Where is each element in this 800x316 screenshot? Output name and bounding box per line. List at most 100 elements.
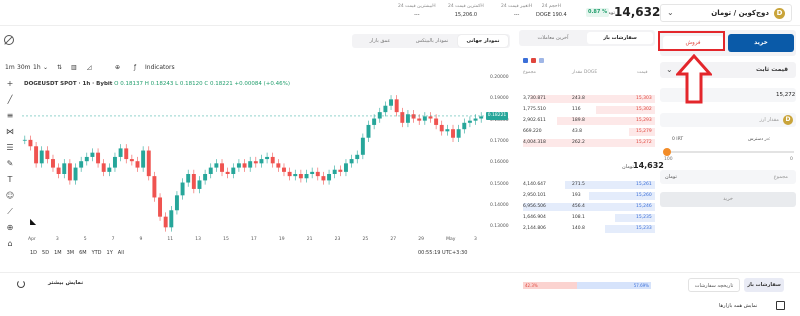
bar-chart-icon[interactable]: ▥	[71, 64, 77, 71]
ask-row[interactable]: 2,902.611 189.8 15,293	[519, 116, 655, 126]
market-selector[interactable]: D دوج‌کوین / تومان ⌄	[660, 4, 792, 22]
buy-sell-ratio: 42.3% 57.69%	[523, 282, 651, 289]
tab-exchange-chart[interactable]: نمودار بالبیتکس	[406, 35, 458, 47]
tab-bottom-open-orders[interactable]: سفارشات باز	[744, 278, 784, 292]
chart-tabs: نمودار جهانی نمودار بالبیتکس عمق بازار	[352, 34, 510, 48]
submit-order-button[interactable]: خرید	[660, 192, 796, 207]
ask-amount: 189.8	[572, 118, 585, 123]
y-tick-label: 0.20000	[490, 75, 509, 80]
interval-30m[interactable]: 30m	[17, 64, 30, 71]
x-tick-label: 13	[195, 237, 201, 242]
amount-input[interactable]: D مقدار ارز	[660, 113, 796, 127]
bid-row[interactable]: 4,140.647 271.5 15,261	[519, 180, 655, 190]
add-icon[interactable]: ⊕	[115, 64, 120, 71]
candle-body	[434, 118, 439, 125]
amount-slider-track[interactable]	[670, 151, 794, 153]
show-more-link[interactable]: نمایش بیشتر	[48, 280, 83, 286]
view-bids-icon[interactable]	[539, 58, 544, 63]
refresh-icon[interactable]	[17, 280, 25, 288]
x-tick-label: May	[446, 237, 456, 242]
view-asks-icon[interactable]	[531, 58, 536, 63]
last-price-tag: 0.18221	[486, 112, 508, 120]
candle-body	[248, 161, 253, 168]
candle-body	[158, 197, 163, 217]
range-ytd[interactable]: YTD	[92, 250, 102, 256]
candle-body	[169, 210, 174, 228]
ruler-icon[interactable]: ⟋	[4, 206, 16, 218]
interval-1m[interactable]: 1m	[5, 64, 15, 71]
emoji-icon[interactable]: ☺	[4, 190, 16, 202]
amount-slider-handle[interactable]	[663, 148, 671, 156]
candle-body	[135, 161, 140, 168]
show-all-markets-checkbox[interactable]	[776, 301, 785, 310]
range-1d[interactable]: 1D	[30, 250, 37, 256]
horizontal-line-icon[interactable]: ≡	[4, 110, 16, 122]
ask-price: 15,272	[636, 140, 652, 145]
range-1m[interactable]: 1M	[54, 250, 62, 256]
text-icon[interactable]: T	[4, 174, 16, 186]
ask-row[interactable]: 669.220 43.8 15,279	[519, 127, 655, 137]
ask-row[interactable]: 4,004.318 262.2 15,272	[519, 138, 655, 148]
crosshair-icon[interactable]: +	[4, 78, 16, 90]
buy-tab-button[interactable]: خرید	[728, 34, 794, 52]
lock-icon[interactable]: ⌂	[4, 238, 16, 250]
brush-icon[interactable]: ✎	[4, 158, 16, 170]
pattern-icon[interactable]: ⋈	[4, 126, 16, 138]
bid-price: 15,260	[636, 193, 652, 198]
indicators-button[interactable]: Indicators	[145, 64, 175, 71]
chart-settings-icon[interactable]	[4, 35, 14, 45]
range-all[interactable]: All	[118, 250, 124, 256]
interval-dropdown-icon[interactable]: ⌄	[43, 64, 48, 71]
candle-body	[383, 105, 388, 113]
candle-body	[400, 112, 405, 123]
bid-row[interactable]: 6,956.506 456.4 15,246	[519, 202, 655, 212]
tab-order-history[interactable]: تاریخچه سفارشات	[688, 278, 740, 292]
ask-total: 2,902.611	[523, 118, 546, 123]
bid-row[interactable]: 2,144.806 140.8 15,233	[519, 224, 655, 234]
candle-body	[101, 163, 106, 172]
compare-icon[interactable]: ⇅	[57, 64, 62, 71]
tab-global-chart[interactable]: نمودار جهانی	[458, 35, 508, 47]
drawing-toolbar: + ╱ ≡ ⋈ ☰ ✎ T ☺ ⟋ ⊕ ⌂	[4, 78, 18, 254]
candle-body	[203, 174, 208, 181]
candle-body	[39, 150, 44, 164]
bid-price: 15,233	[636, 226, 652, 231]
range-3m[interactable]: 3M	[67, 250, 75, 256]
fib-icon[interactable]: ☰	[4, 142, 16, 154]
candle-body	[56, 167, 61, 174]
total-input[interactable]: مجموع تومان	[660, 170, 796, 184]
indicators-icon[interactable]: ƒ	[134, 64, 136, 71]
price-axis: 0.20000 0.19000 0.18000 0.17000 0.16000 0.150…	[486, 75, 514, 238]
candle-body	[231, 167, 236, 174]
candle-body	[112, 156, 117, 168]
bid-total: 6,956.506	[523, 204, 546, 209]
zoom-icon[interactable]: ⊕	[4, 222, 16, 234]
candle-body	[22, 139, 27, 141]
candle-body	[467, 120, 472, 123]
candle-body	[282, 167, 286, 172]
area-chart-icon[interactable]: ◿	[87, 64, 92, 71]
interval-1h[interactable]: 1h	[33, 64, 41, 71]
view-both-icon[interactable]	[523, 58, 528, 63]
range-1y[interactable]: 1Y	[107, 250, 113, 256]
candle-body	[439, 124, 444, 132]
candle-body	[343, 163, 348, 172]
range-6m[interactable]: 6M	[79, 250, 87, 256]
candle-body	[259, 159, 264, 164]
sell-ratio: 42.3%	[523, 282, 578, 289]
candle-body	[327, 174, 332, 181]
tab-market-depth[interactable]: عمق بازار	[354, 35, 406, 47]
bid-row[interactable]: 2,950.101 193 15,260	[519, 191, 655, 201]
range-5d[interactable]: 5D	[42, 250, 49, 256]
slider-max-label: 100	[664, 157, 673, 162]
price-chart[interactable]	[22, 78, 484, 238]
tab-last-trades[interactable]: آخرین معاملات	[521, 32, 585, 44]
candle-body	[445, 129, 450, 132]
trendline-icon[interactable]: ╱	[4, 94, 16, 106]
candle-body	[34, 146, 39, 164]
stat-volume: حجم 24H DOGE 190.4	[536, 4, 567, 18]
ask-row[interactable]: 1,775.510 116 15,302	[519, 105, 655, 115]
tab-open-orders[interactable]: سفارشات باز	[587, 32, 653, 44]
bid-row[interactable]: 1,646.904 108.1 15,235	[519, 213, 655, 223]
ask-row[interactable]: 3,730.871 243.8 15,303	[519, 94, 655, 104]
